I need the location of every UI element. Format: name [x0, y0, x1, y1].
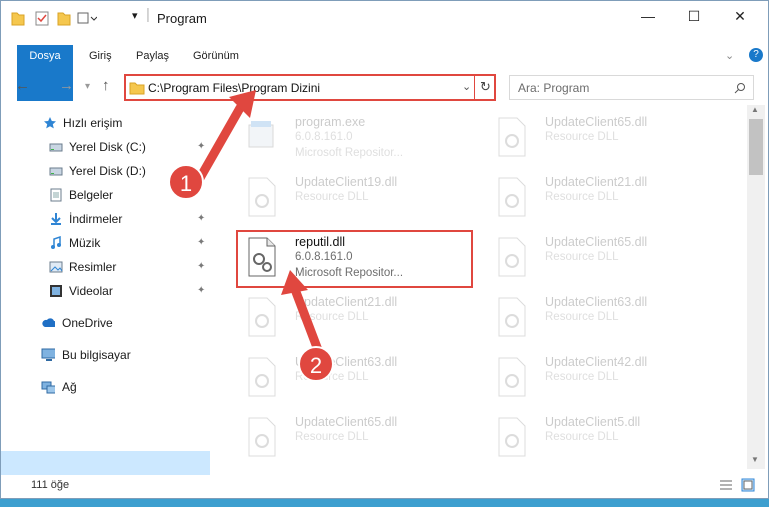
step-callout-2: 2 [298, 346, 334, 382]
step-callout-1: 1 [168, 164, 204, 200]
arrow-head-2 [281, 270, 308, 295]
annotation-arrows [195, 90, 323, 355]
